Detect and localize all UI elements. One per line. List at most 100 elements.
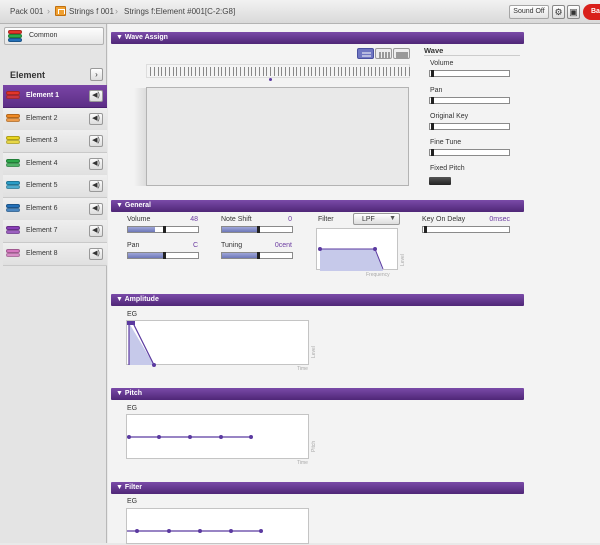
fixed-pitch-toggle[interactable] <box>429 177 451 185</box>
breadcrumb-element[interactable]: Strings f:Element #001[C-2:G8] <box>124 7 235 16</box>
view-keyboard-small-button[interactable] <box>375 48 392 59</box>
keyboard-key <box>408 67 410 76</box>
element-row[interactable]: Element 6 ◀) <box>3 197 107 221</box>
element-next-button[interactable]: › <box>90 68 103 81</box>
view-keyboard-large-button[interactable] <box>393 48 410 59</box>
tuning-slider[interactable] <box>221 252 293 259</box>
general-pan-slider[interactable] <box>127 252 199 259</box>
keyboard-key <box>296 67 298 76</box>
keyboard-key <box>371 67 373 76</box>
wave-assign-header[interactable]: ▼ Wave Assign <box>111 32 524 44</box>
tuning-label: Tuning <box>221 242 243 249</box>
filter-section-title: Filter <box>124 484 142 491</box>
settings-gear-icon[interactable]: ⚙ <box>552 5 565 19</box>
keyboard-key <box>191 67 193 76</box>
element-row[interactable]: Element 3 ◀) <box>3 130 107 153</box>
keyboard-key <box>390 67 391 76</box>
general-volume-value: 48 <box>190 216 198 223</box>
speaker-mute-icon[interactable]: ◀) <box>89 90 103 102</box>
keyboard-key <box>187 67 189 76</box>
speaker-mute-icon[interactable]: ◀) <box>89 202 103 215</box>
common-button[interactable]: Common <box>4 27 104 45</box>
view-list-button[interactable] <box>357 48 374 59</box>
sidebar: Common Element › Element 1 ◀) Element 2 ◀) E… <box>0 24 107 543</box>
keyboard-key <box>213 67 215 76</box>
element-row[interactable]: Element 1 ◀) <box>3 85 107 108</box>
sound-off-button[interactable]: Sound Off <box>509 5 549 19</box>
filter-type-value: LPF <box>362 216 375 223</box>
keyboard-key <box>348 67 350 76</box>
original-key-slider[interactable] <box>429 123 510 130</box>
keyboard-key <box>221 67 223 76</box>
filter-eg-graph[interactable] <box>126 508 309 544</box>
keyboard-key <box>393 67 395 76</box>
fine-tune-slider[interactable] <box>429 149 510 156</box>
keyboard-key <box>157 67 159 76</box>
speaker-mute-icon[interactable]: ◀) <box>89 180 103 192</box>
keyboard-key <box>326 67 328 76</box>
keyboard-key <box>386 67 388 76</box>
keyboard-key <box>300 67 301 76</box>
wave-pan-slider[interactable] <box>429 97 510 104</box>
original-key-label: Original Key <box>430 113 469 120</box>
fine-tune-label: Fine Tune <box>430 139 462 146</box>
wave-zone-scroll[interactable] <box>134 88 146 186</box>
speaker-mute-icon[interactable]: ◀) <box>89 157 103 170</box>
speaker-mute-icon[interactable]: ◀) <box>89 112 103 125</box>
amplitude-header[interactable]: ▼ Amplitude <box>111 294 524 306</box>
pitch-envelope <box>127 435 253 439</box>
keyboard-key <box>333 67 335 76</box>
general-header[interactable]: ▼ General <box>111 200 524 212</box>
general-volume-slider[interactable] <box>127 226 199 233</box>
element-row[interactable]: Element 7 ◀) <box>3 220 107 243</box>
voice-folder-icon <box>55 6 66 16</box>
save-disk-icon[interactable]: ▣ <box>567 5 580 19</box>
breadcrumb-voice[interactable]: Strings f 001 <box>69 7 114 16</box>
pitch-eg-graph[interactable] <box>126 414 309 459</box>
keyboard-key <box>363 67 365 76</box>
element-row[interactable]: Element 5 ◀) <box>3 175 107 198</box>
element-row[interactable]: Element 8 ◀) <box>3 242 107 266</box>
filter-type-select[interactable]: LPF ▼ <box>353 213 400 225</box>
breadcrumb-pack[interactable]: Pack 001 <box>10 7 43 16</box>
wave-pan-label: Pan <box>430 87 443 94</box>
element-row-label: Element 1 <box>26 92 60 99</box>
filter-x-axis-label: Frequency <box>366 272 390 278</box>
wave-panel-divider <box>424 55 520 56</box>
keyboard-key <box>206 67 208 76</box>
general-title: General <box>124 202 151 209</box>
amplitude-y-axis-label: Level <box>311 346 317 358</box>
note-shift-slider[interactable] <box>221 226 293 233</box>
filter-section-header[interactable]: ▼ Filter <box>111 482 524 494</box>
pitch-header[interactable]: ▼ Pitch <box>111 388 524 400</box>
key-on-delay-slider[interactable] <box>422 226 510 233</box>
element-layer-icon <box>6 135 20 147</box>
common-label: Common <box>29 32 58 39</box>
wave-volume-slider[interactable] <box>429 70 510 77</box>
amplitude-eg-graph[interactable] <box>126 320 309 367</box>
wave-zone-area[interactable] <box>146 87 409 186</box>
keyboard-key <box>172 67 174 76</box>
keyboard-key <box>176 67 178 76</box>
wave-assign-title: Wave Assign <box>124 34 168 41</box>
element-row[interactable]: Element 2 ◀) <box>3 107 107 131</box>
breadcrumb-separator-icon: › <box>47 6 50 16</box>
element-row[interactable]: Element 4 ◀) <box>3 152 107 176</box>
keyboard-marker-icon <box>269 78 272 81</box>
element-layer-icon <box>6 158 20 170</box>
breadcrumb-separator-icon: › <box>115 6 118 16</box>
speaker-mute-icon[interactable]: ◀) <box>89 135 103 147</box>
keyboard-key <box>356 67 358 76</box>
keyboard-strip[interactable] <box>146 64 410 78</box>
speaker-mute-icon[interactable]: ◀) <box>89 247 103 260</box>
filter-curve-graph[interactable] <box>316 228 398 271</box>
keyboard-key <box>150 67 151 76</box>
speaker-mute-icon[interactable]: ◀) <box>89 225 103 237</box>
keyboard-key <box>195 67 196 76</box>
keyboard-key <box>273 67 275 76</box>
keyboard-key <box>360 67 361 76</box>
keyboard-key <box>243 67 245 76</box>
key-on-delay-label: Key On Delay <box>422 216 466 223</box>
back-button[interactable]: Back <box>583 4 600 20</box>
keyboard-key <box>255 67 256 76</box>
